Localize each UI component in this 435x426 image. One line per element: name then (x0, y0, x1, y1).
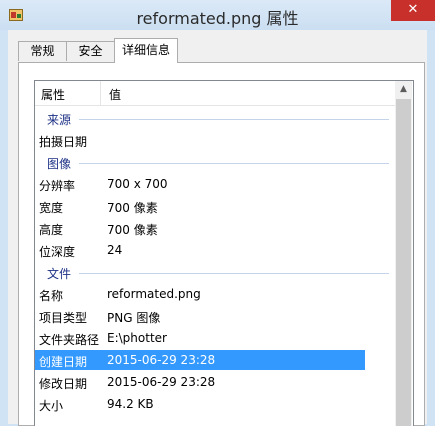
tab-general-label: 常规 (30, 44, 55, 58)
column-divider[interactable] (100, 81, 101, 105)
property-value: 2015-06-29 23:28 (107, 375, 216, 389)
property-name: 文件夹路径 (39, 333, 100, 347)
scrollbar-thumb[interactable] (396, 99, 411, 426)
tab-details[interactable]: 详细信息 (114, 38, 178, 63)
tab-security-label: 安全 (78, 44, 103, 58)
group-header-image: 图像 (35, 152, 395, 172)
vertical-scrollbar[interactable]: ▲ (395, 81, 412, 426)
property-row[interactable]: 高度 700 像素 (35, 218, 365, 238)
property-row[interactable]: 大小 94.2 KB (35, 394, 365, 414)
property-row[interactable]: 宽度 700 像素 (35, 196, 365, 216)
property-value: E:\photter (107, 331, 167, 345)
property-value: reformated.png (107, 287, 201, 301)
property-name: 位深度 (39, 245, 76, 259)
property-name: 宽度 (39, 201, 64, 215)
group-divider (79, 163, 389, 164)
tab-details-label: 详细信息 (121, 43, 170, 57)
property-name: 名称 (39, 289, 64, 303)
property-value: 700 像素 (107, 201, 158, 215)
group-header-source: 来源 (35, 108, 395, 128)
property-name: 拍摄日期 (39, 135, 88, 149)
property-value: 700 像素 (107, 223, 158, 237)
property-name: 修改日期 (39, 377, 88, 391)
details-panel: 属性 值 来源 拍摄日期 图像 分辨率 700 x 700 宽度 700 像素 … (18, 62, 425, 426)
group-header-file: 文件 (35, 262, 395, 282)
tab-general[interactable]: 常规 (18, 41, 67, 61)
close-button[interactable]: ✕ (391, 0, 435, 21)
tab-security[interactable]: 安全 (66, 41, 115, 61)
property-value: PNG 图像 (107, 311, 161, 325)
property-name: 大小 (39, 399, 64, 413)
property-value: 24 (107, 243, 123, 257)
property-value: 2015-06-29 23:28 (107, 353, 216, 367)
property-name: 高度 (39, 223, 64, 237)
property-row[interactable]: 拍摄日期 (35, 130, 365, 150)
group-divider (79, 273, 389, 274)
group-header-label: 来源 (47, 113, 72, 127)
property-row[interactable]: 分辨率 700 x 700 (35, 174, 365, 194)
property-row[interactable]: 位深度 24 (35, 240, 365, 260)
property-name: 创建日期 (39, 355, 88, 369)
property-row[interactable]: 文件夹路径 E:\photter (35, 328, 365, 348)
group-header-label: 文件 (47, 267, 72, 281)
scroll-up-button[interactable]: ▲ (395, 81, 412, 98)
scroll-up-arrow-icon: ▲ (400, 84, 407, 94)
property-name: 项目类型 (39, 311, 88, 325)
column-header: 属性 值 (35, 81, 395, 106)
group-divider (79, 119, 389, 120)
window-title: reformated.png 属性 (136, 9, 299, 28)
column-header-property[interactable]: 属性 (41, 86, 65, 103)
dialog-client-area: 常规 安全 详细信息 属性 值 来源 拍摄日期 图像 分辨率 700 x 700… (8, 30, 427, 426)
property-list[interactable]: 属性 值 来源 拍摄日期 图像 分辨率 700 x 700 宽度 700 像素 … (34, 80, 414, 426)
close-icon: ✕ (407, 2, 419, 17)
title-bar: reformated.png 属性 ✕ (0, 0, 435, 30)
property-row[interactable]: 名称 reformated.png (35, 284, 365, 304)
column-header-value[interactable]: 值 (109, 86, 121, 103)
property-row-selected[interactable]: 创建日期 2015-06-29 23:28 (35, 350, 365, 370)
property-row[interactable]: 修改日期 2015-06-29 23:28 (35, 372, 365, 392)
property-name: 分辨率 (39, 179, 76, 193)
property-row[interactable]: 项目类型 PNG 图像 (35, 306, 365, 326)
property-value: 94.2 KB (107, 397, 154, 411)
property-value: 700 x 700 (107, 177, 168, 191)
group-header-label: 图像 (47, 157, 72, 171)
